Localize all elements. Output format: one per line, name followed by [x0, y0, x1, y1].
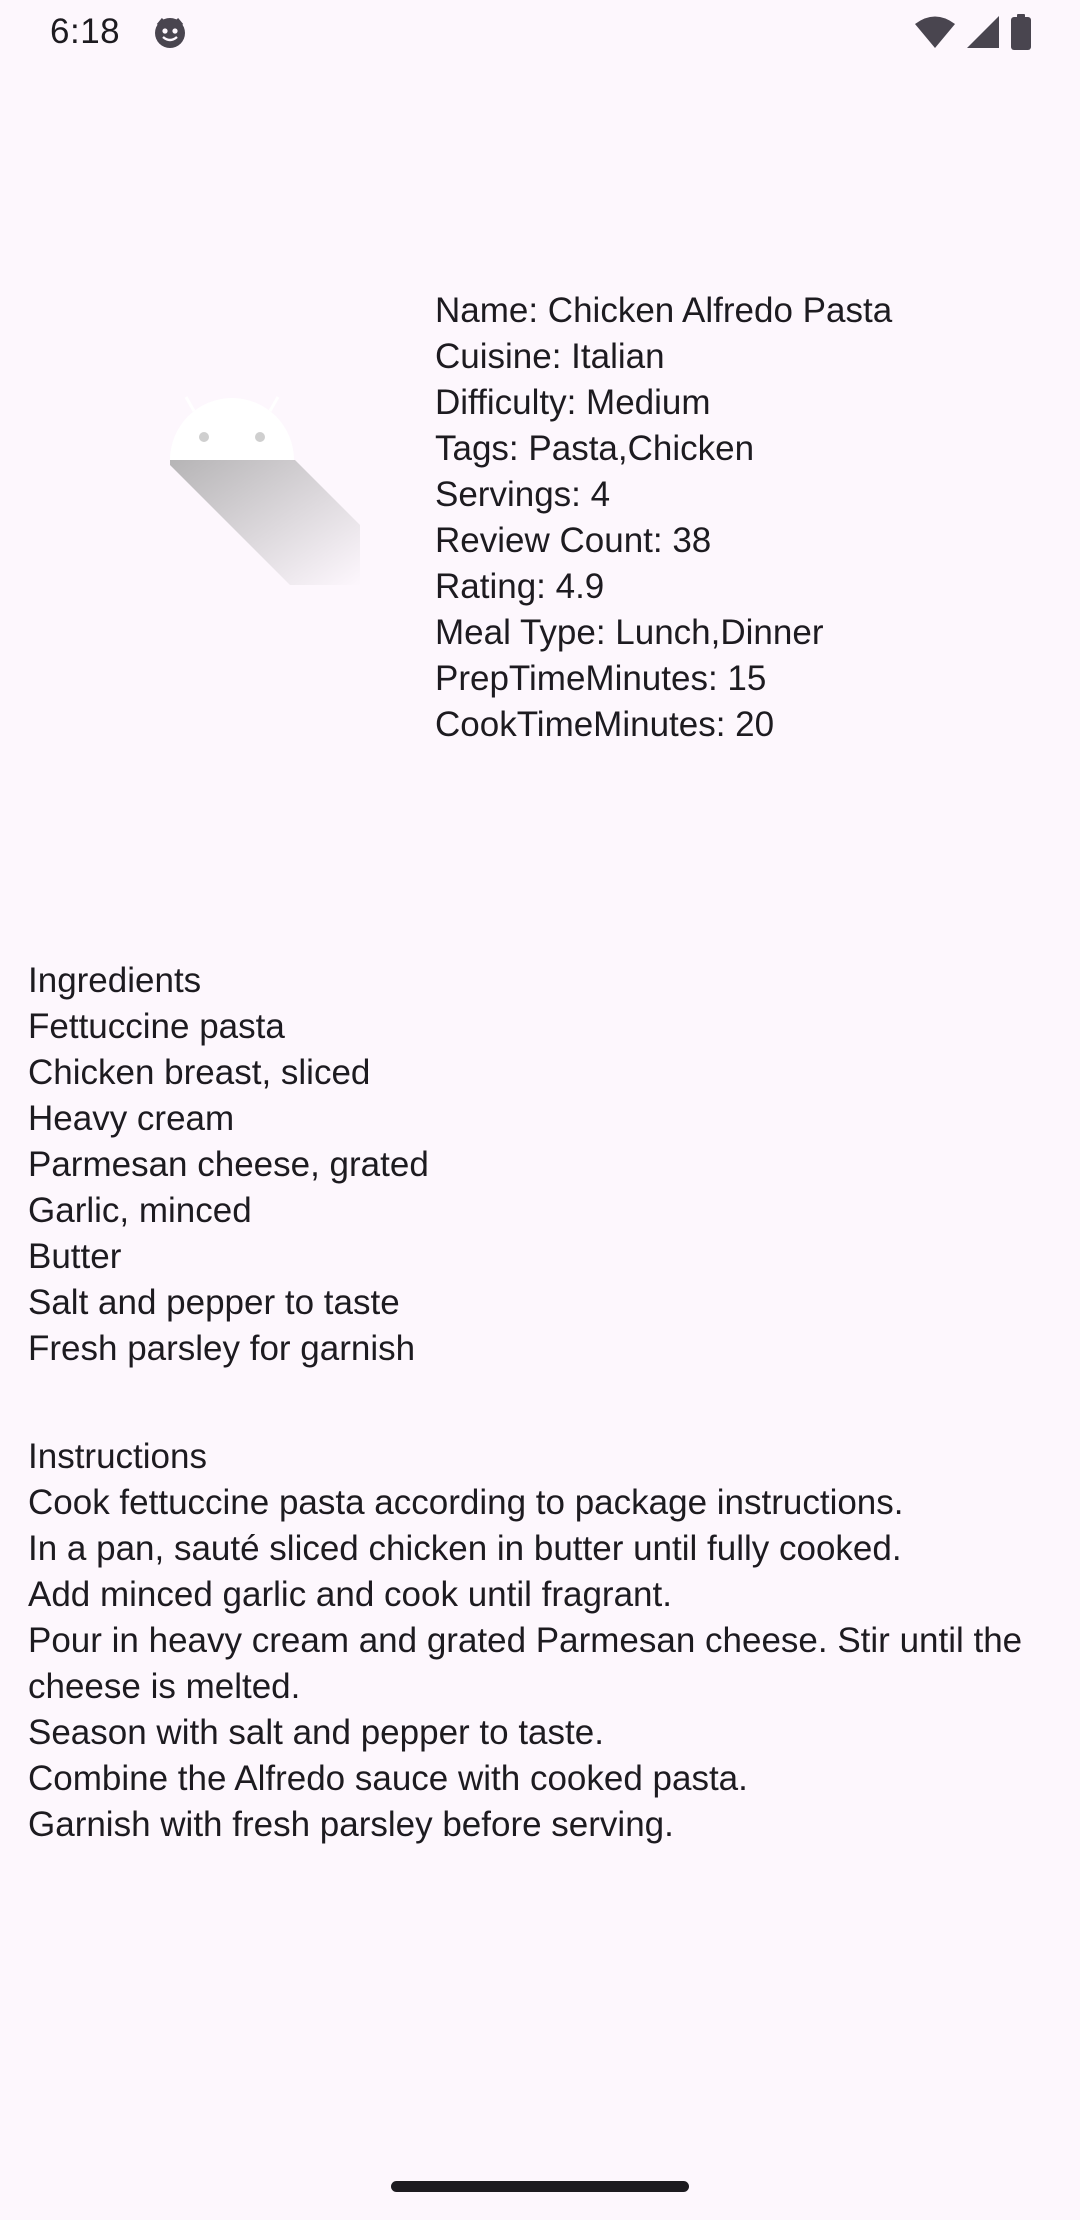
ingredients-section: Ingredients Fettuccine pasta Chicken bre…: [28, 958, 429, 1372]
status-icons: [914, 14, 1032, 50]
recipe-name: Name: Chicken Alfredo Pasta: [435, 291, 893, 330]
instructions-section: Instructions Cook fettuccine pasta accor…: [28, 1434, 1048, 1848]
instruction-step: Pour in heavy cream and grated Parmesan …: [28, 1621, 1023, 1706]
signal-icon: [967, 16, 999, 48]
android-placeholder-icon: [170, 396, 360, 585]
recipe-cuisine: Cuisine: Italian: [435, 337, 665, 376]
instruction-step: Garnish with fresh parsley before servin…: [28, 1805, 674, 1844]
instructions-heading: Instructions: [28, 1437, 207, 1476]
instruction-step: Combine the Alfredo sauce with cooked pa…: [28, 1759, 748, 1798]
ingredient-item: Butter: [28, 1237, 122, 1276]
recipe-meal-type: Meal Type: Lunch,Dinner: [435, 613, 824, 652]
recipe-servings: Servings: 4: [435, 475, 611, 514]
ingredient-item: Fettuccine pasta: [28, 1007, 285, 1046]
wifi-icon: [915, 16, 955, 48]
recipe-difficulty: Difficulty: Medium: [435, 383, 711, 422]
recipe-details: Name: Chicken Alfredo Pasta Cuisine: Ita…: [435, 288, 892, 748]
instruction-step: In a pan, sauté sliced chicken in butter…: [28, 1529, 902, 1568]
ingredient-item: Parmesan cheese, grated: [28, 1145, 429, 1184]
battery-icon: [1011, 14, 1031, 50]
recipe-prep-time: PrepTimeMinutes: 15: [435, 659, 767, 698]
recipe-cook-time: CookTimeMinutes: 20: [435, 705, 775, 744]
ingredient-item: Chicken breast, sliced: [28, 1053, 371, 1092]
ingredients-heading: Ingredients: [28, 961, 202, 1000]
ingredient-item: Salt and pepper to taste: [28, 1283, 400, 1322]
instruction-step: Cook fettuccine pasta according to packa…: [28, 1483, 904, 1522]
recipe-tags: Tags: Pasta,Chicken: [435, 429, 755, 468]
instruction-step: Season with salt and pepper to taste.: [28, 1713, 604, 1752]
status-bar: 6:18: [0, 0, 1080, 64]
ingredient-item: Fresh parsley for garnish: [28, 1329, 416, 1368]
instruction-step: Add minced garlic and cook until fragran…: [28, 1575, 672, 1614]
ingredient-item: Garlic, minced: [28, 1191, 252, 1230]
gesture-nav-handle[interactable]: [391, 2181, 689, 2192]
smiley-face-icon: [155, 18, 185, 48]
recipe-rating: Rating: 4.9: [435, 567, 605, 606]
recipe-detail-screen: 6:18 Name: Chicken Alfredo Pasta Cuisine…: [0, 0, 1080, 2220]
status-time: 6:18: [50, 12, 121, 51]
recipe-review-count: Review Count: 38: [435, 521, 712, 560]
ingredient-item: Heavy cream: [28, 1099, 235, 1138]
